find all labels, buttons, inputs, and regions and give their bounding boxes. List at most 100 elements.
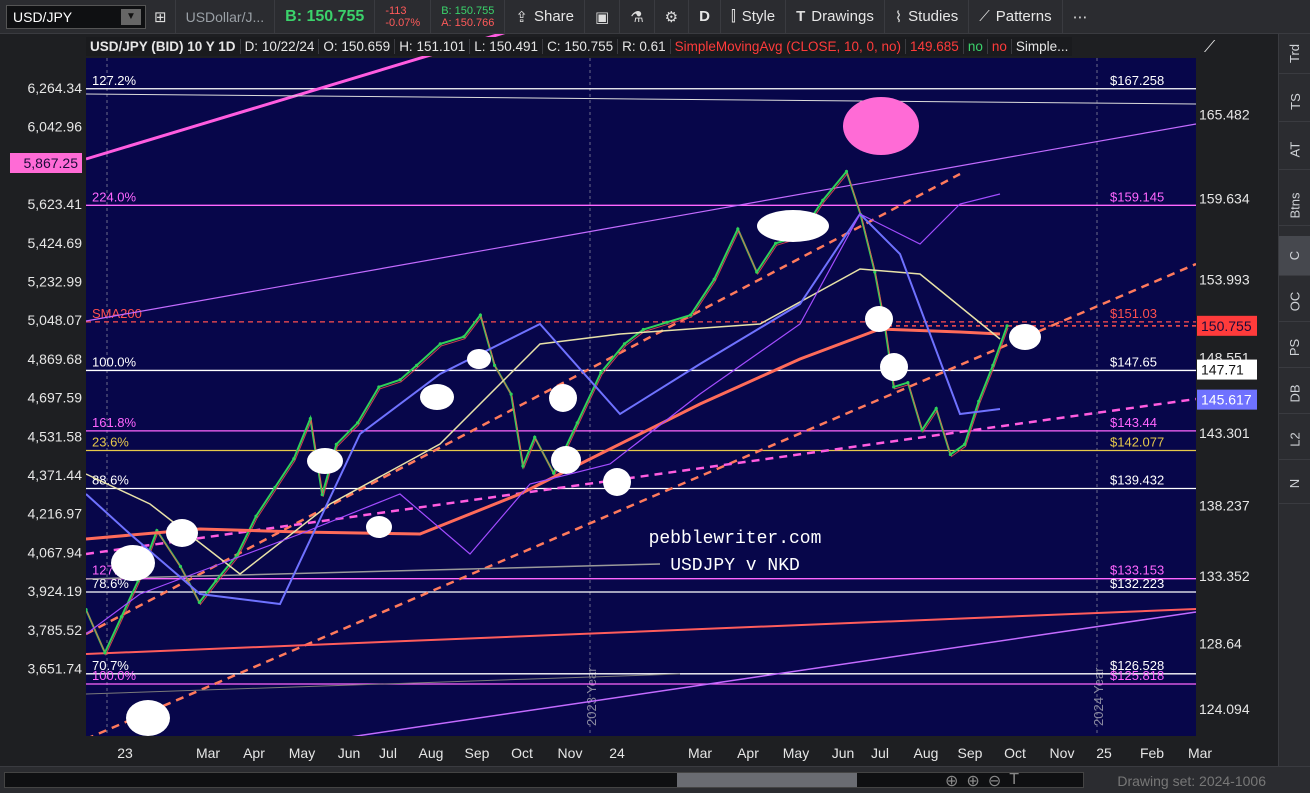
price-point: [509, 392, 513, 396]
top-toolbar: USD/JPY ▼ ⊞ USDollar/J... B: 150.755 -11…: [0, 0, 1310, 34]
settings-button[interactable]: ⚙: [655, 0, 690, 34]
drawing-set-label: Drawing set: 2024-1006: [1117, 773, 1266, 789]
x-axis-tick: Jun: [338, 745, 361, 761]
period-selector[interactable]: D: [689, 0, 721, 34]
level-right-label: $159.145: [1110, 189, 1164, 204]
price-point: [920, 428, 924, 432]
x-axis-tick: May: [783, 745, 809, 761]
level-right-label: $139.432: [1110, 472, 1164, 487]
price-point: [991, 363, 995, 367]
chart-area[interactable]: 2023 Year 2024 Year 127.2% $167.258 224.0% $1…: [0, 34, 1310, 766]
year-marker-label: 2024 Year: [1091, 667, 1106, 726]
more-icon[interactable]: ⋯: [1063, 0, 1098, 34]
price-tag-label: 145.617: [1201, 392, 1252, 408]
info-more[interactable]: Simple...: [1012, 39, 1073, 54]
share-button[interactable]: ⇪ Share: [505, 0, 586, 34]
price-point: [948, 452, 952, 457]
annotation-ellipse: [865, 306, 893, 332]
tab-ps[interactable]: PS: [1279, 328, 1310, 368]
price-point: [533, 435, 537, 439]
level-right-label: $143.44: [1110, 415, 1157, 430]
tab-c[interactable]: C: [1279, 236, 1310, 276]
right-axis-tick: 133.352: [1199, 568, 1250, 584]
tab-l2[interactable]: L2: [1279, 420, 1310, 460]
grid-layout-icon[interactable]: ⊞: [146, 0, 176, 34]
price-point: [492, 363, 497, 367]
x-axis-tick: Mar: [1188, 745, 1212, 761]
price-point: [641, 327, 645, 332]
level-right-label: $125.818: [1110, 668, 1164, 683]
annotation-ellipse: [1009, 324, 1041, 350]
chart-info-bar: USD/JPY (BID) 10 Y 1D D: 10/22/24 O: 150…: [86, 37, 1073, 56]
last-price: B: 150.755: [275, 0, 376, 34]
symbol-selector[interactable]: USD/JPY ▼: [6, 4, 146, 29]
x-axis-tick: Apr: [737, 745, 759, 761]
info-close: C: 150.755: [543, 39, 619, 54]
price-point: [1005, 324, 1009, 328]
annotation-ellipse: [467, 349, 491, 369]
scrollbar-thumb[interactable]: [677, 773, 857, 787]
x-axis-tick: Mar: [688, 745, 712, 761]
style-menu[interactable]: ⫿ Style: [721, 0, 787, 34]
level-left-label: 224.0%: [92, 189, 137, 204]
studies-menu[interactable]: ⌇ Studies: [885, 0, 970, 34]
price-point: [665, 320, 669, 324]
bottom-tools: ⊕ ⊕ ⊖ T: [945, 771, 1019, 791]
chevron-down-icon[interactable]: ▼: [121, 8, 141, 25]
left-axis-tick: 5,048.07: [28, 312, 83, 328]
price-point: [398, 378, 402, 382]
price-chart[interactable]: 2023 Year 2024 Year 127.2% $167.258 224.0% $1…: [0, 34, 1310, 766]
text-icon[interactable]: T: [1009, 771, 1019, 791]
pattern-corner-icon: ⟋: [1204, 39, 1216, 56]
tab-oc[interactable]: OC: [1279, 282, 1310, 322]
price-point: [273, 485, 277, 490]
price-point: [821, 198, 825, 202]
price-point: [197, 600, 201, 605]
level-left-label: 100.0%: [92, 668, 137, 683]
price-point: [308, 416, 312, 421]
annotation-ellipse: [551, 446, 581, 474]
info-open: O: 150.659: [319, 39, 396, 54]
price-point: [254, 514, 258, 518]
chart-settings-button[interactable]: ▣: [585, 0, 621, 34]
crosshair-icon[interactable]: ⊕: [945, 771, 958, 791]
right-axis-tick: 153.993: [1199, 271, 1250, 287]
price-point: [552, 471, 556, 475]
studies-flask-button[interactable]: ⚗: [620, 0, 655, 34]
symbol-description: USDollar/J...: [176, 0, 276, 34]
left-axis-tick: 5,424.69: [28, 235, 83, 251]
tab-n[interactable]: N: [1279, 464, 1310, 504]
annotation-ellipse: [366, 516, 392, 538]
price-point: [977, 399, 981, 403]
price-point: [962, 442, 967, 447]
zoom-in-icon[interactable]: ⊕: [966, 771, 979, 791]
price-tag-label: 147.71: [1201, 362, 1244, 378]
tab-db[interactable]: DB: [1279, 374, 1310, 414]
chart-scrollbar[interactable]: [4, 772, 1084, 788]
right-axis-tick: 143.301: [1199, 425, 1250, 441]
chart-watermark-subtitle: USDJPY v NKD: [670, 556, 800, 576]
left-axis-tick: 3,785.52: [28, 622, 83, 638]
tab-trd[interactable]: Trd: [1279, 34, 1310, 74]
drawings-menu[interactable]: T Drawings: [786, 0, 885, 34]
left-axis-tick: 6,042.96: [28, 119, 83, 135]
zoom-out-icon[interactable]: ⊖: [988, 771, 1001, 791]
left-axis-tick: 4,869.68: [28, 351, 83, 367]
settings-panel-icon: ▣: [595, 8, 610, 26]
right-axis-tick: 124.094: [1199, 701, 1250, 717]
tab-at[interactable]: AT: [1279, 130, 1310, 170]
left-axis-tick: 3,924.19: [28, 583, 83, 599]
annotation-ellipse: [603, 468, 631, 496]
price-point: [103, 651, 107, 655]
price-point: [355, 421, 360, 425]
price-point: [575, 421, 579, 425]
price-point: [906, 381, 910, 385]
info-high: H: 151.101: [395, 39, 471, 54]
tab-btns[interactable]: Btns: [1279, 186, 1310, 226]
level-right-label: $167.258: [1110, 73, 1164, 88]
price-point: [599, 370, 603, 375]
patterns-menu[interactable]: ⟋ Patterns: [969, 0, 1063, 34]
x-axis-tick: Nov: [1050, 745, 1075, 761]
price-point: [934, 406, 938, 411]
tab-ts[interactable]: TS: [1279, 82, 1310, 122]
